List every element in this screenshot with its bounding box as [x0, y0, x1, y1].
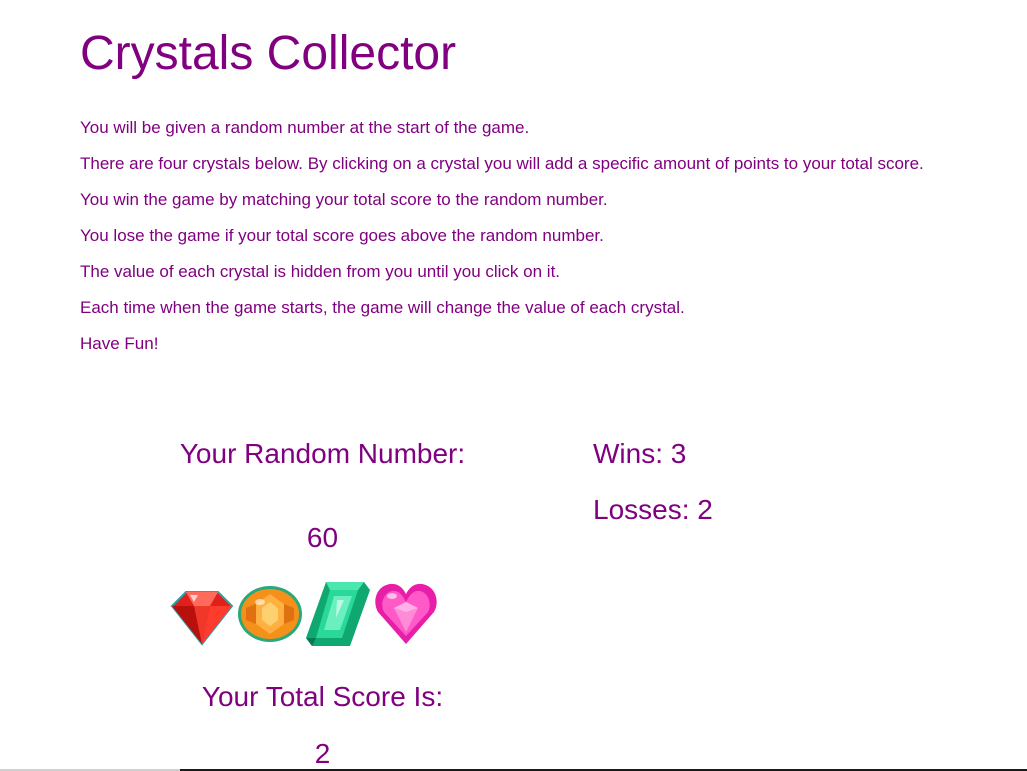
page-title: Crystals Collector: [80, 27, 457, 80]
total-score-label: Your Total Score Is:: [201, 681, 444, 712]
random-number-value: 60: [306, 522, 339, 553]
green-emerald-crystal-icon[interactable]: [304, 578, 372, 650]
instructions-list: You will be given a random number at the…: [80, 118, 924, 370]
instruction-line: The value of each crystal is hidden from…: [80, 262, 561, 281]
orange-round-crystal-icon[interactable]: [236, 578, 304, 650]
red-diamond-crystal-icon[interactable]: [168, 578, 236, 650]
instruction-line: You lose the game if your total score go…: [80, 226, 604, 245]
pink-heart-crystal-icon[interactable]: [372, 578, 440, 650]
random-number-label: Your Random Number:: [179, 438, 466, 469]
instruction-line: Each time when the game starts, the game…: [80, 298, 685, 317]
instruction-line: You win the game by matching your total …: [80, 190, 608, 209]
crystals-row: [168, 578, 440, 654]
losses-counter: Losses: 2: [593, 494, 713, 525]
total-score-value: 2: [314, 738, 331, 769]
wins-counter: Wins: 3: [593, 438, 687, 469]
instruction-line: You will be given a random number at the…: [80, 118, 530, 137]
instruction-line: There are four crystals below. By clicki…: [80, 154, 924, 173]
instruction-line: Have Fun!: [80, 334, 159, 353]
